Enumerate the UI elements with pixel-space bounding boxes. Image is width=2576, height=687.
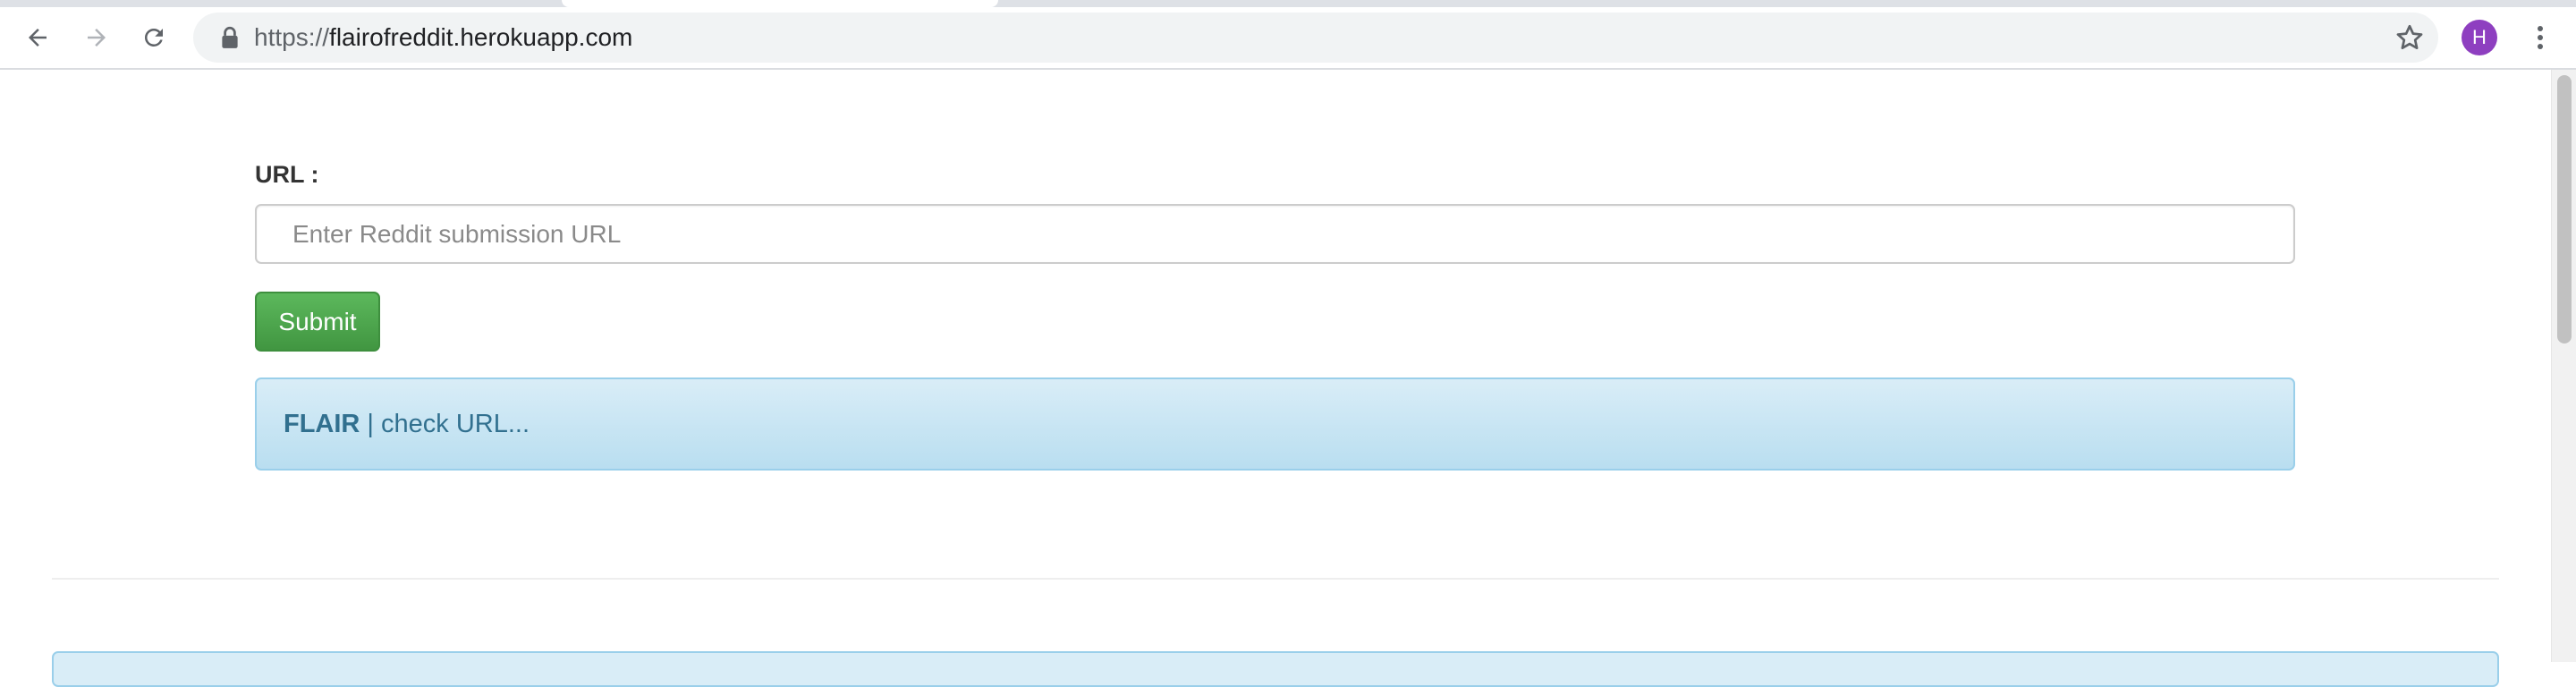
flair-key: FLAIR	[284, 410, 360, 438]
tab-active[interactable]	[562, 0, 998, 7]
lock-icon	[222, 26, 238, 48]
url-host: flairofreddit.herokuapp.com	[329, 23, 633, 51]
star-icon[interactable]	[2394, 21, 2426, 54]
scrollbar-thumb[interactable]	[2557, 75, 2572, 344]
info-panel	[52, 651, 2499, 687]
reload-icon	[144, 28, 163, 47]
forward-button[interactable]	[77, 18, 116, 57]
section-divider	[52, 578, 2499, 580]
address-bar[interactable]: https://flairofreddit.herokuapp.com	[193, 13, 2438, 63]
reload-button[interactable]	[134, 18, 174, 57]
address-url[interactable]: https://flairofreddit.herokuapp.com	[254, 13, 632, 63]
tab-inactive[interactable]	[0, 0, 555, 7]
back-arrow-icon	[29, 29, 47, 47]
vertical-scrollbar[interactable]	[2551, 70, 2576, 662]
flair-result-alert: FLAIR | check URL...	[255, 377, 2295, 471]
kebab-menu-icon[interactable]	[2524, 20, 2556, 55]
reddit-url-input[interactable]	[255, 204, 2295, 264]
tab-strip	[0, 0, 2576, 7]
submit-button[interactable]: Submit	[255, 292, 380, 352]
flair-message: check URL...	[381, 410, 530, 438]
url-label: URL :	[255, 161, 319, 188]
forward-arrow-icon	[88, 29, 106, 47]
browser-toolbar: https://flairofreddit.herokuapp.com H	[0, 7, 2576, 70]
profile-avatar[interactable]: H	[2462, 20, 2497, 55]
flair-separator: |	[360, 410, 382, 438]
back-button[interactable]	[18, 18, 57, 57]
url-scheme: https://	[254, 23, 330, 51]
